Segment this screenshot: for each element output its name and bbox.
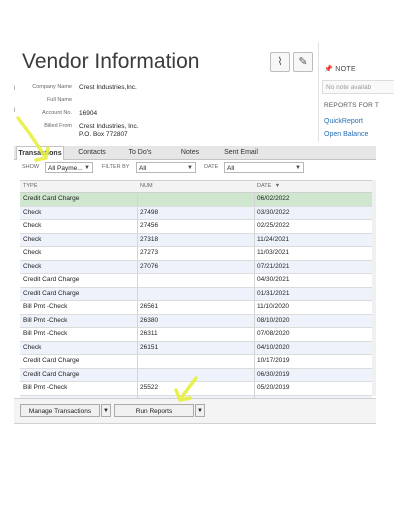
yellow-arrow-annotation: [16, 116, 50, 162]
yellow-arrow-annotation: [174, 376, 198, 402]
annotation-overlay: [16, 116, 198, 402]
